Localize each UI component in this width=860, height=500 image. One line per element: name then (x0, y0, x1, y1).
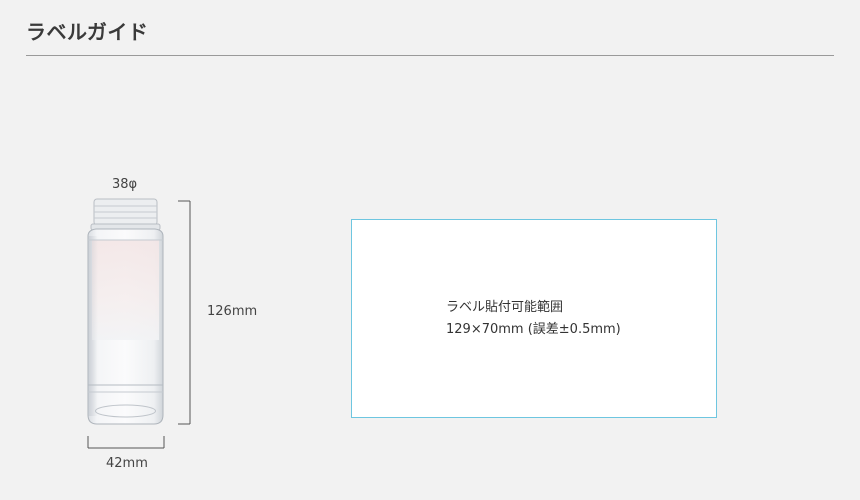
bottle-body (87, 228, 164, 425)
width-label: 42mm (106, 456, 148, 471)
bottle-neck (90, 198, 161, 231)
label-area-title: ラベル貼付可能範囲 (446, 300, 564, 315)
width-dimension (87, 436, 165, 449)
label-area-text: ラベル貼付可能範囲 129×70mm (誤差±0.5mm) (446, 297, 621, 341)
label-area-box: ラベル貼付可能範囲 129×70mm (誤差±0.5mm) (351, 219, 717, 418)
height-label: 126mm (207, 304, 258, 319)
label-area-size: 129×70mm (誤差±0.5mm) (446, 322, 621, 337)
height-dimension (178, 200, 191, 425)
